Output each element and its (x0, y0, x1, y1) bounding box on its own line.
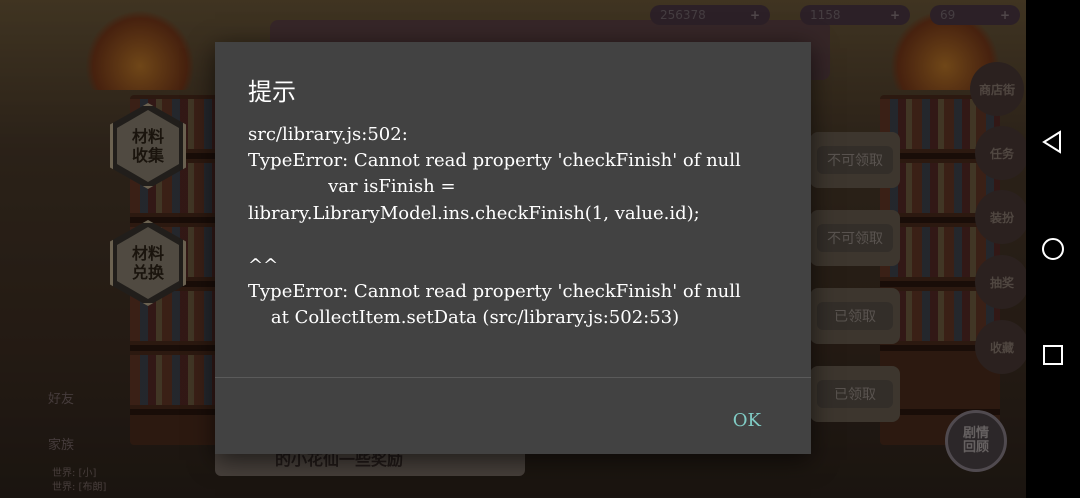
dialog-title: 提示 (248, 78, 296, 106)
square-recent-icon[interactable] (1038, 340, 1068, 370)
triangle-back-icon[interactable] (1038, 127, 1068, 157)
dialog-message: src/library.js:502: TypeError: Cannot re… (248, 124, 741, 329)
circle-home-icon[interactable] (1038, 234, 1068, 264)
dialog-scroll-area[interactable]: src/library.js:502: TypeError: Cannot re… (248, 122, 768, 377)
alert-dialog: 提示 src/library.js:502: TypeError: Cannot… (215, 42, 811, 454)
dialog-divider (215, 377, 811, 378)
ok-button[interactable]: OK (723, 406, 771, 435)
android-nav-bar (1026, 0, 1080, 498)
